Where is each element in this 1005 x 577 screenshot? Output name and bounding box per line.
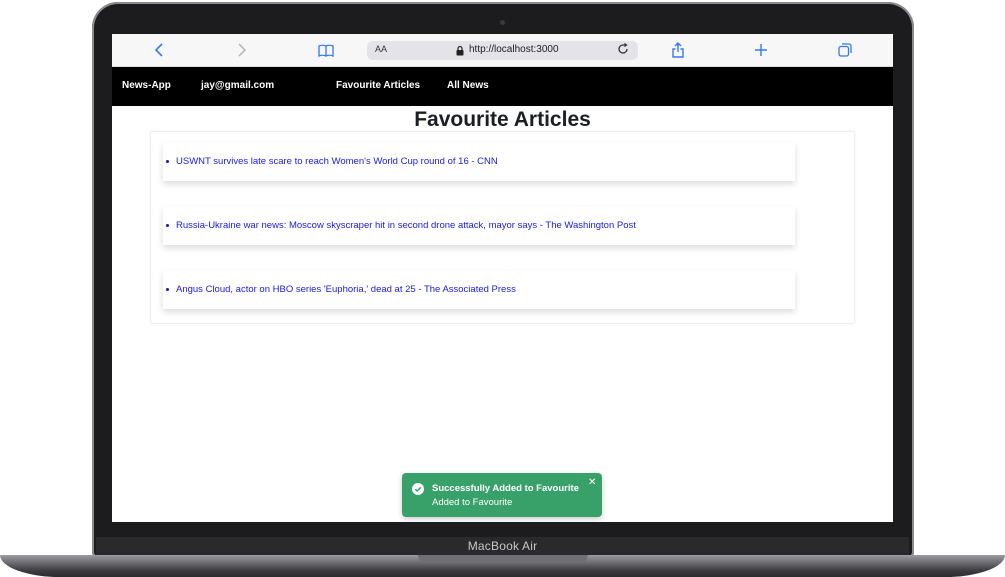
- browser-toolbar: AA http://localhost:3000: [112, 34, 893, 67]
- share-icon[interactable]: [669, 41, 687, 59]
- check-circle-icon: [412, 483, 424, 495]
- address-bar[interactable]: AA http://localhost:3000: [367, 41, 638, 60]
- list-item: USWNT survives late scare to reach Women…: [163, 143, 795, 181]
- page-title: Favourite Articles: [414, 108, 591, 131]
- close-icon[interactable]: ✕: [588, 477, 596, 488]
- bottom-bezel: MacBook Air: [96, 537, 909, 555]
- book-icon[interactable]: [317, 41, 335, 59]
- screen: AA http://localhost:3000 News-App jay@gm…: [112, 34, 893, 522]
- bullet: [166, 288, 169, 291]
- list-item: Angus Cloud, actor on HBO series 'Euphor…: [163, 271, 795, 309]
- user-email: jay@gmail.com: [201, 80, 275, 91]
- back-icon[interactable]: [150, 41, 168, 59]
- toast-description: Added to Favourite: [432, 497, 513, 508]
- plus-icon[interactable]: [752, 41, 770, 59]
- lock-icon: [456, 45, 464, 56]
- brand-logo[interactable]: News-App: [122, 80, 171, 91]
- bullet: [166, 224, 169, 227]
- toast-title: Successfully Added to Favourite: [432, 483, 579, 494]
- nav-link-favourite-articles[interactable]: Favourite Articles: [336, 80, 420, 91]
- bullet: [166, 160, 169, 163]
- reload-icon[interactable]: [617, 43, 629, 58]
- device-label: MacBook Air: [467, 539, 538, 553]
- url-text: http://localhost:3000: [469, 44, 559, 55]
- camera: [500, 20, 505, 25]
- article-link[interactable]: USWNT survives late scare to reach Women…: [176, 156, 498, 167]
- laptop-notch: [418, 555, 588, 563]
- app-navbar: News-App jay@gmail.com Favourite Article…: [112, 67, 893, 106]
- tabs-icon[interactable]: [836, 41, 854, 59]
- nav-link-all-news[interactable]: All News: [447, 80, 489, 91]
- article-link[interactable]: Russia-Ukraine war news: Moscow skyscrap…: [176, 220, 636, 231]
- list-item: Russia-Ukraine war news: Moscow skyscrap…: [163, 207, 795, 245]
- forward-icon[interactable]: [233, 41, 251, 59]
- text-size-button[interactable]: AA: [375, 44, 387, 54]
- success-toast: Successfully Added to Favourite Added to…: [402, 473, 602, 517]
- favourites-panel: USWNT survives late scare to reach Women…: [150, 131, 855, 324]
- article-link[interactable]: Angus Cloud, actor on HBO series 'Euphor…: [176, 284, 516, 295]
